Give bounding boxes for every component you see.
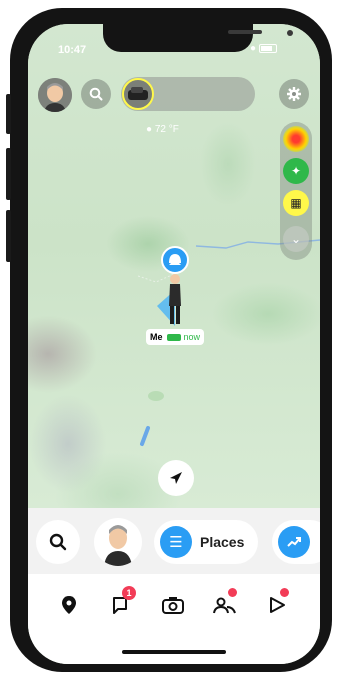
recenter-button[interactable]: [158, 460, 194, 496]
search-icon: [49, 533, 67, 551]
map-layers-panel: ✦ ▦ ⌄: [280, 122, 312, 260]
tray-bitmoji-button[interactable]: [94, 518, 142, 566]
home-indicator: [122, 650, 226, 654]
trending-button[interactable]: [272, 520, 320, 564]
wifi-icon: ●: [250, 43, 257, 54]
trending-icon: [278, 526, 310, 558]
friend-bitmoji-icon: [128, 87, 148, 100]
location-arrow-icon: [170, 472, 182, 484]
profile-bitmoji[interactable]: [38, 78, 72, 112]
battery-icon: [258, 43, 277, 53]
bitmoji-figure: [157, 246, 189, 326]
nav-map[interactable]: [56, 592, 82, 618]
spotlight-badge: [280, 588, 289, 597]
heatmap-layer-button[interactable]: [283, 126, 309, 152]
chat-badge: 1: [122, 586, 136, 600]
search-icon: [89, 87, 103, 101]
search-button[interactable]: [81, 79, 111, 109]
settings-button[interactable]: [279, 79, 309, 109]
memories-icon: ▦: [290, 196, 302, 210]
volume-down-button: [6, 210, 11, 262]
map-pin-icon: [62, 596, 76, 614]
volume-up-button: [6, 148, 11, 200]
action-tray: ☰ Places: [28, 508, 320, 574]
bottom-drawer: ☰ Places 1: [28, 508, 320, 664]
weather-label: ● 72 °F: [146, 124, 179, 135]
sun-icon: ●: [146, 124, 153, 135]
expand-layers-button[interactable]: ⌄: [283, 226, 309, 252]
places-button[interactable]: ☰ Places: [154, 520, 258, 564]
notch: [103, 24, 293, 52]
nav-spotlight[interactable]: [264, 588, 290, 618]
friends-icon: [213, 597, 236, 614]
memories-layer-button[interactable]: ▦: [283, 190, 309, 216]
friends-badge: [228, 588, 237, 597]
status-icons: ●: [250, 43, 277, 54]
spotlight-icon: [270, 597, 285, 613]
camera-icon: [162, 597, 184, 614]
satellite-layer-button[interactable]: ✦: [283, 158, 309, 184]
settings-icon: [287, 87, 301, 101]
me-time: now: [183, 332, 201, 342]
front-camera: [287, 30, 293, 36]
satellite-icon: ✦: [290, 164, 302, 178]
speaker: [228, 30, 262, 34]
friend-bitmoji[interactable]: [122, 78, 154, 110]
bottom-nav: 1: [28, 586, 320, 626]
bitmoji-avatar-icon: [104, 525, 132, 566]
my-location-marker[interactable]: [155, 246, 199, 335]
me-label: Me now: [146, 329, 204, 345]
battery-status-icon: [166, 333, 181, 341]
temperature: 72 °F: [154, 124, 179, 135]
mute-switch: [6, 94, 11, 134]
bitmoji-avatar-icon: [38, 78, 72, 112]
nav-friends[interactable]: [212, 588, 238, 618]
chevron-down-icon: ⌄: [290, 232, 302, 246]
me-name: Me: [150, 332, 163, 342]
places-label: Places: [200, 534, 245, 550]
tray-search-button[interactable]: [36, 520, 80, 564]
screen: 10:47 ● ● 72 °F ✦ ▦ ⌄ Me now ☰ Places 1: [28, 24, 320, 664]
nav-chat[interactable]: 1: [108, 586, 136, 618]
status-time: 10:47: [58, 44, 87, 56]
nav-camera[interactable]: [160, 592, 186, 618]
fork-knife-icon: ☰: [160, 526, 192, 558]
